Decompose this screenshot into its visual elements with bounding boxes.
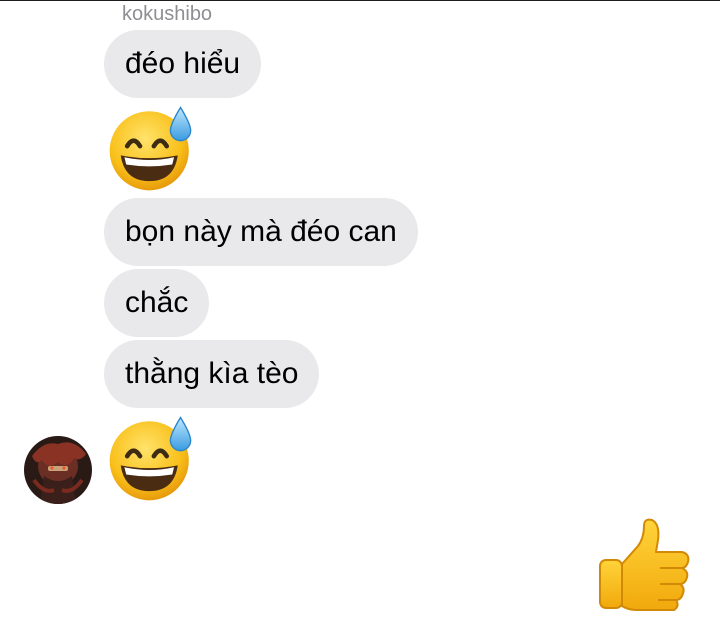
top-divider (0, 0, 720, 1)
thumbs-up-icon[interactable] (598, 516, 694, 614)
sender-name: kokushibo (122, 3, 213, 25)
avatar[interactable] (24, 436, 92, 504)
message-bubble[interactable]: đéo hiểu (104, 30, 262, 98)
message-text: bọn này mà đéo can (125, 215, 397, 248)
message-bubble[interactable]: chắc (104, 269, 210, 337)
message-bubble[interactable]: thằng kìa tèo (104, 340, 320, 408)
message-bubble[interactable]: bọn này mà đéo can (104, 198, 418, 266)
message-text: thằng kìa tèo (125, 357, 299, 390)
grinning-face-with-sweat-icon[interactable] (106, 102, 198, 194)
message-text: đéo hiểu (125, 47, 241, 80)
message-text: chắc (125, 286, 189, 319)
grinning-face-with-sweat-icon[interactable] (106, 412, 198, 504)
